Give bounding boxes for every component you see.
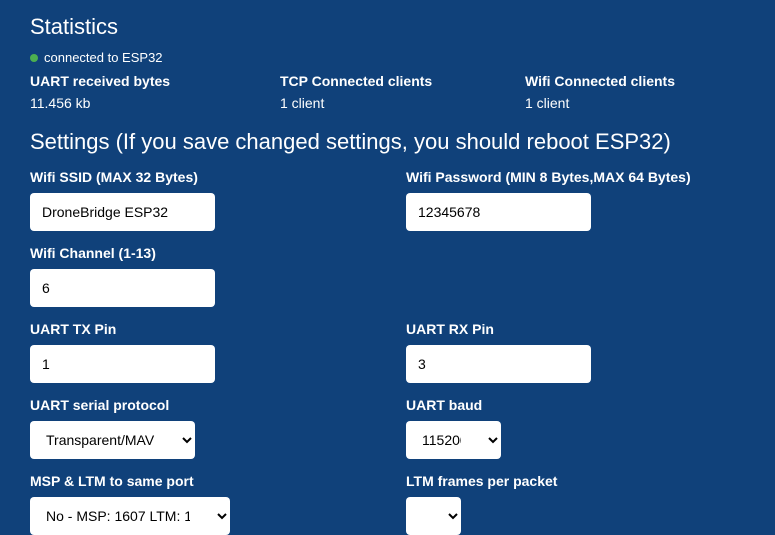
wifi-password-input[interactable]	[406, 193, 591, 231]
wifi-ssid-label: Wifi SSID (MAX 32 Bytes)	[30, 169, 406, 185]
stat-value: 1 client	[525, 95, 745, 111]
stat-uart-bytes: UART received bytes 11.456 kb	[30, 73, 280, 111]
statistics-row: UART received bytes 11.456 kb TCP Connec…	[30, 73, 745, 111]
msp-ltm-label: MSP & LTM to same port	[30, 473, 406, 489]
wifi-channel-label: Wifi Channel (1-13)	[30, 245, 406, 261]
stat-value: 1 client	[280, 95, 525, 111]
stat-label: TCP Connected clients	[280, 73, 525, 89]
field-uart-protocol: UART serial protocol Transparent/MAVLink	[30, 397, 406, 459]
wifi-password-label: Wifi Password (MIN 8 Bytes,MAX 64 Bytes)	[406, 169, 745, 185]
stat-label: Wifi Connected clients	[525, 73, 745, 89]
uart-baud-label: UART baud	[406, 397, 745, 413]
status-text: connected to ESP32	[44, 50, 163, 65]
uart-tx-label: UART TX Pin	[30, 321, 406, 337]
uart-rx-label: UART RX Pin	[406, 321, 745, 337]
ltm-frames-select[interactable]: 1	[406, 497, 461, 535]
connection-status: connected to ESP32	[30, 50, 745, 65]
ltm-frames-label: LTM frames per packet	[406, 473, 745, 489]
field-wifi-ssid: Wifi SSID (MAX 32 Bytes)	[30, 169, 406, 231]
field-uart-tx: UART TX Pin	[30, 321, 406, 383]
field-uart-rx: UART RX Pin	[406, 321, 745, 383]
stat-tcp-clients: TCP Connected clients 1 client	[280, 73, 525, 111]
statistics-heading: Statistics	[30, 14, 745, 40]
wifi-channel-input[interactable]	[30, 269, 215, 307]
field-wifi-channel: Wifi Channel (1-13)	[30, 245, 406, 307]
field-wifi-password: Wifi Password (MIN 8 Bytes,MAX 64 Bytes)	[406, 169, 745, 231]
field-msp-ltm: MSP & LTM to same port No - MSP: 1607 LT…	[30, 473, 406, 535]
stat-label: UART received bytes	[30, 73, 280, 89]
field-ltm-frames: LTM frames per packet 1	[406, 473, 745, 535]
uart-protocol-select[interactable]: Transparent/MAVLink	[30, 421, 195, 459]
stat-value: 11.456 kb	[30, 95, 280, 111]
status-dot-icon	[30, 54, 38, 62]
uart-rx-input[interactable]	[406, 345, 591, 383]
settings-heading: Settings (If you save changed settings, …	[30, 129, 745, 155]
stat-wifi-clients: Wifi Connected clients 1 client	[525, 73, 745, 111]
msp-ltm-select[interactable]: No - MSP: 1607 LTM: 1604	[30, 497, 230, 535]
uart-tx-input[interactable]	[30, 345, 215, 383]
field-uart-baud: UART baud 115200	[406, 397, 745, 459]
uart-baud-select[interactable]: 115200	[406, 421, 501, 459]
wifi-ssid-input[interactable]	[30, 193, 215, 231]
uart-protocol-label: UART serial protocol	[30, 397, 406, 413]
